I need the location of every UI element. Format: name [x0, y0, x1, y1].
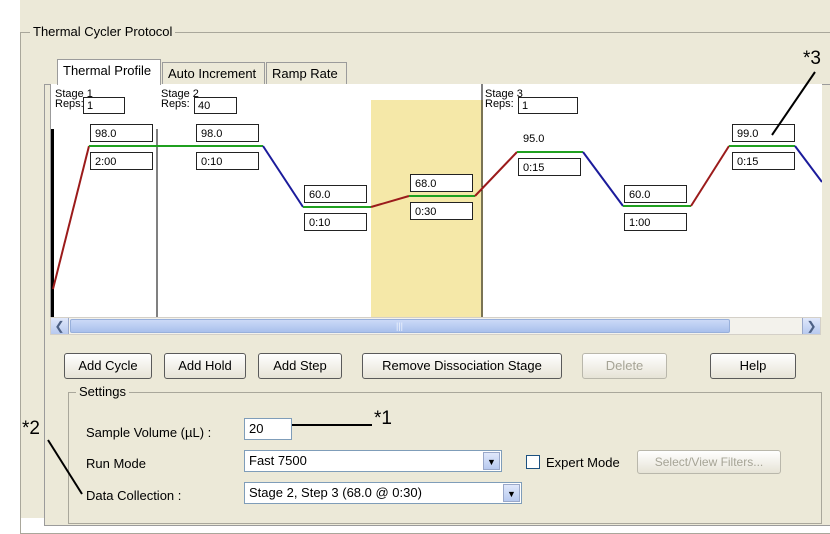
tab-thermal-profile[interactable]: Thermal Profile [57, 59, 161, 85]
callout-3-line [771, 71, 816, 136]
callout-3: *3 [803, 48, 821, 69]
callout-1: *1 [374, 408, 392, 429]
callout-2: *2 [22, 418, 40, 439]
callout-2-line [47, 439, 83, 495]
